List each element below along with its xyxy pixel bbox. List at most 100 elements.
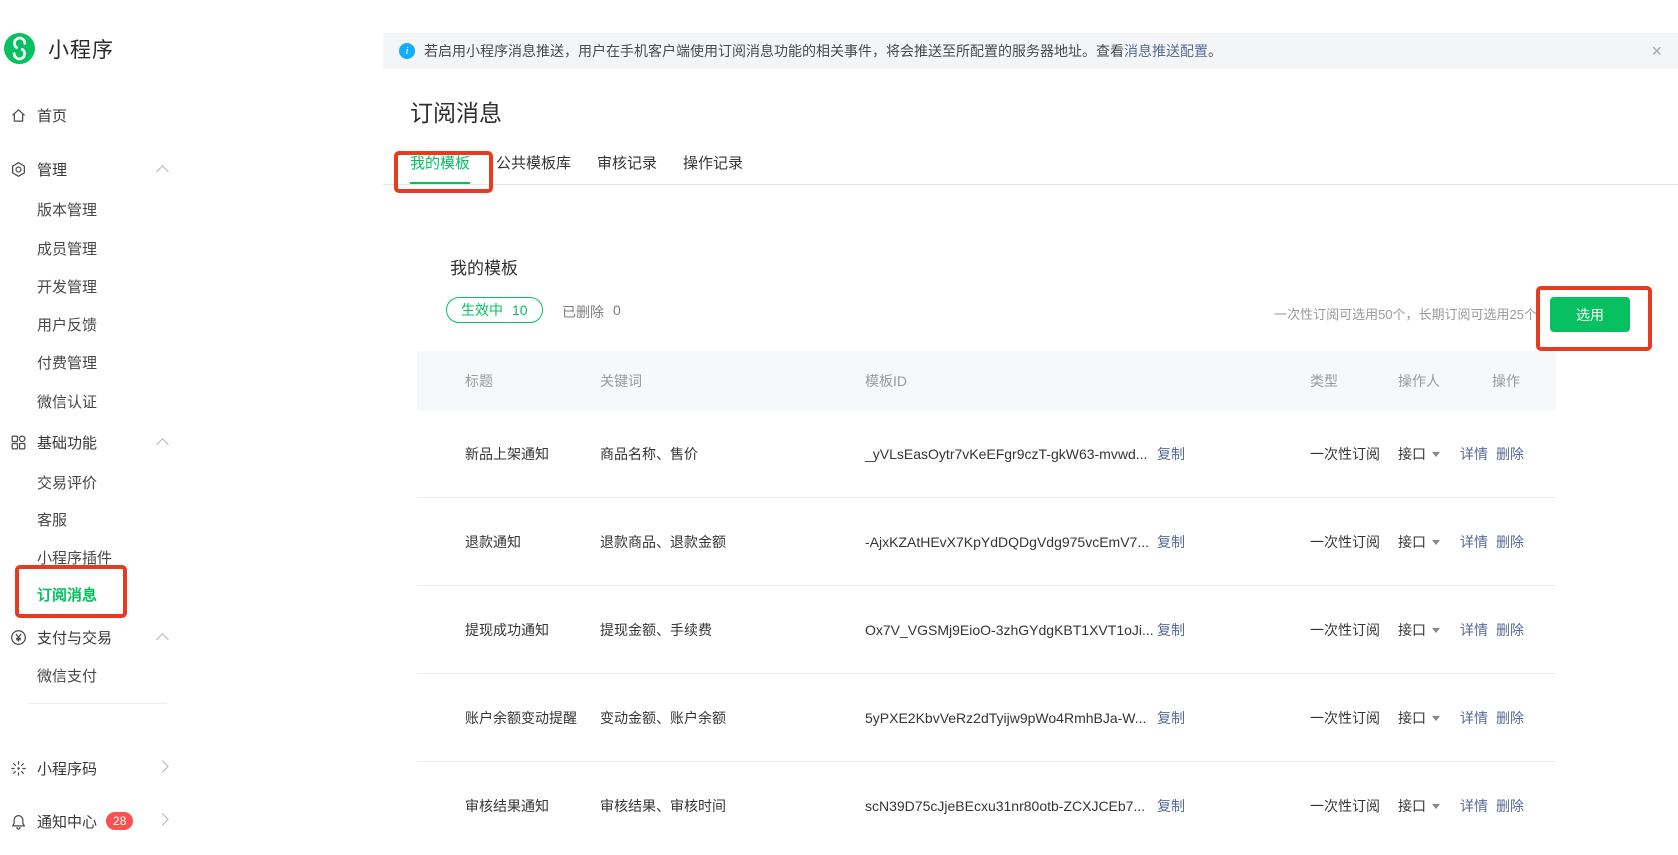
wechat-miniprogram-console: 小程序 首页 管理 版本管理 成员管理 开发管理 用户反馈 付费管理 微信认证 … [0, 0, 1678, 855]
detail-link[interactable]: 详情 [1460, 798, 1488, 814]
sidebar-item-subscribe-message[interactable]: 订阅消息 [37, 583, 215, 605]
sidebar-item-notification-center[interactable]: 通知中心 28 [10, 810, 188, 832]
sidebar-group-basic-functions[interactable]: 基础功能 [10, 431, 188, 453]
sidebar-item-payment-management[interactable]: 付费管理 [37, 351, 215, 373]
operator-value: 接口 [1398, 798, 1426, 814]
filter-deleted[interactable]: 已删除 0 [562, 302, 621, 322]
tab-operation-records[interactable]: 操作记录 [683, 152, 743, 185]
template-title: 新品上架通知 [417, 444, 600, 464]
sidebar-item-label: 微信认证 [37, 391, 97, 412]
info-icon: i [399, 43, 415, 59]
sidebar-item-miniprogram-code[interactable]: 小程序码 [10, 757, 188, 779]
sidebar-item-customer-service[interactable]: 客服 [37, 508, 215, 530]
sidebar-item-user-feedback[interactable]: 用户反馈 [37, 313, 215, 335]
chevron-right-icon [156, 760, 169, 773]
sidebar-item-miniprogram-plugins[interactable]: 小程序插件 [37, 546, 215, 568]
sidebar-item-development-management[interactable]: 开发管理 [37, 275, 215, 297]
close-icon[interactable]: × [1651, 42, 1662, 60]
sidebar-item-label: 小程序码 [37, 758, 97, 779]
sidebar-item-wechat-pay[interactable]: 微信支付 [37, 664, 215, 686]
template-title: 退款通知 [417, 532, 600, 552]
delete-link[interactable]: 删除 [1496, 710, 1524, 726]
template-type: 一次性订阅 [1292, 620, 1380, 640]
template-id: -AjxKZAtHEvX7KpYdDQDgVdg975vcEmV7... [865, 534, 1157, 550]
templates-table: 标题 关键词 模板ID 类型 操作人 操作 新品上架通知 商品名称、售价 _yV… [417, 351, 1556, 849]
delete-link[interactable]: 删除 [1496, 798, 1524, 814]
sidebar-group-management[interactable]: 管理 [10, 158, 188, 180]
operator-dropdown[interactable]: 接口 [1380, 532, 1452, 552]
template-keywords: 提现金额、手续费 [600, 620, 865, 640]
tab-bar: 我的模板 公共模板库 审核记录 操作记录 [410, 152, 743, 185]
copy-link[interactable]: 复制 [1157, 446, 1185, 462]
template-title: 提现成功通知 [417, 620, 600, 640]
col-header-title: 标题 [417, 371, 600, 391]
sidebar-item-label: 客服 [37, 509, 67, 530]
notice-bar: i 若启用小程序消息推送，用户在手机客户端使用订阅消息功能的相关事件，将会推送至… [383, 33, 1678, 69]
sidebar-item-label: 用户反馈 [37, 314, 97, 335]
operator-dropdown[interactable]: 接口 [1380, 620, 1452, 640]
chevron-up-icon [156, 633, 169, 646]
sidebar-item-label: 交易评价 [37, 472, 97, 493]
operator-dropdown[interactable]: 接口 [1380, 708, 1452, 728]
sidebar-item-label: 付费管理 [37, 352, 97, 373]
chevron-down-icon [1432, 716, 1440, 721]
operator-dropdown[interactable]: 接口 [1380, 796, 1452, 816]
template-type: 一次性订阅 [1292, 532, 1380, 552]
home-icon [10, 107, 27, 124]
delete-link[interactable]: 删除 [1496, 534, 1524, 550]
sidebar-item-label: 订阅消息 [37, 584, 97, 605]
tab-bar-divider [383, 184, 1678, 185]
miniprogram-logo-icon [4, 33, 35, 64]
copy-link[interactable]: 复制 [1157, 534, 1185, 550]
filter-label: 生效中 [461, 300, 503, 320]
detail-link[interactable]: 详情 [1460, 534, 1488, 550]
sidebar-group-payment-and-transactions[interactable]: 支付与交易 [10, 626, 188, 648]
copy-link[interactable]: 复制 [1157, 622, 1185, 638]
template-keywords: 退款商品、退款金额 [600, 532, 865, 552]
sidebar-item-member-management[interactable]: 成员管理 [37, 237, 215, 259]
delete-link[interactable]: 删除 [1496, 622, 1524, 638]
section-heading: 我的模板 [450, 254, 518, 279]
table-row: 账户余额变动提醒 变动金额、账户余额 5yPXE2KbvVeRz2dTyijw9… [417, 674, 1556, 762]
template-id: scN39D75cJjeBEcxu31nr80otb-ZCXJCEb7... [865, 798, 1157, 814]
template-id: 5yPXE2KbvVeRz2dTyijw9pWo4RmhBJa-W... [865, 710, 1157, 726]
operator-value: 接口 [1398, 534, 1426, 550]
sidebar-group-label: 基础功能 [37, 432, 97, 453]
yen-icon [10, 629, 27, 646]
chevron-down-icon [1432, 452, 1440, 457]
tab-review-records[interactable]: 审核记录 [597, 152, 657, 185]
select-button[interactable]: 选用 [1550, 297, 1630, 332]
tab-public-template-library[interactable]: 公共模板库 [496, 152, 571, 185]
copy-link[interactable]: 复制 [1157, 710, 1185, 726]
template-type: 一次性订阅 [1292, 796, 1380, 816]
notice-text: 若启用小程序消息推送，用户在手机客户端使用订阅消息功能的相关事件，将会推送至所配… [424, 41, 1124, 61]
detail-link[interactable]: 详情 [1460, 622, 1488, 638]
sidebar-group-label: 管理 [37, 159, 67, 180]
template-title: 审核结果通知 [417, 796, 600, 816]
sidebar-item-transaction-reviews[interactable]: 交易评价 [37, 471, 215, 493]
template-title: 账户余额变动提醒 [417, 708, 600, 728]
col-header-type: 类型 [1292, 371, 1380, 391]
filter-active-pill[interactable]: 生效中 10 [446, 297, 543, 323]
message-push-config-link[interactable]: 消息推送配置 [1124, 41, 1208, 61]
detail-link[interactable]: 详情 [1460, 446, 1488, 462]
sidebar-item-wechat-verification[interactable]: 微信认证 [37, 390, 215, 412]
sidebar-item-version-management[interactable]: 版本管理 [37, 198, 215, 220]
template-id: _yVLsEasOytr7vKeEFgr9czT-gkW63-mvwd... [865, 446, 1157, 462]
table-row: 审核结果通知 审核结果、审核时间 scN39D75cJjeBEcxu31nr80… [417, 762, 1556, 849]
sidebar-item-home[interactable]: 首页 [10, 104, 188, 126]
sidebar-item-label: 版本管理 [37, 199, 97, 220]
chevron-down-icon [1432, 804, 1440, 809]
template-keywords: 商品名称、售价 [600, 444, 865, 464]
operator-value: 接口 [1398, 446, 1426, 462]
tab-my-templates[interactable]: 我的模板 [410, 152, 470, 185]
sidebar-item-label: 通知中心 [37, 811, 97, 832]
col-header-operator: 操作人 [1380, 371, 1452, 391]
col-header-action: 操作 [1452, 371, 1556, 391]
operator-value: 接口 [1398, 622, 1426, 638]
operator-dropdown[interactable]: 接口 [1380, 444, 1452, 464]
copy-link[interactable]: 复制 [1157, 798, 1185, 814]
template-keywords: 变动金额、账户余额 [600, 708, 865, 728]
detail-link[interactable]: 详情 [1460, 710, 1488, 726]
delete-link[interactable]: 删除 [1496, 446, 1524, 462]
